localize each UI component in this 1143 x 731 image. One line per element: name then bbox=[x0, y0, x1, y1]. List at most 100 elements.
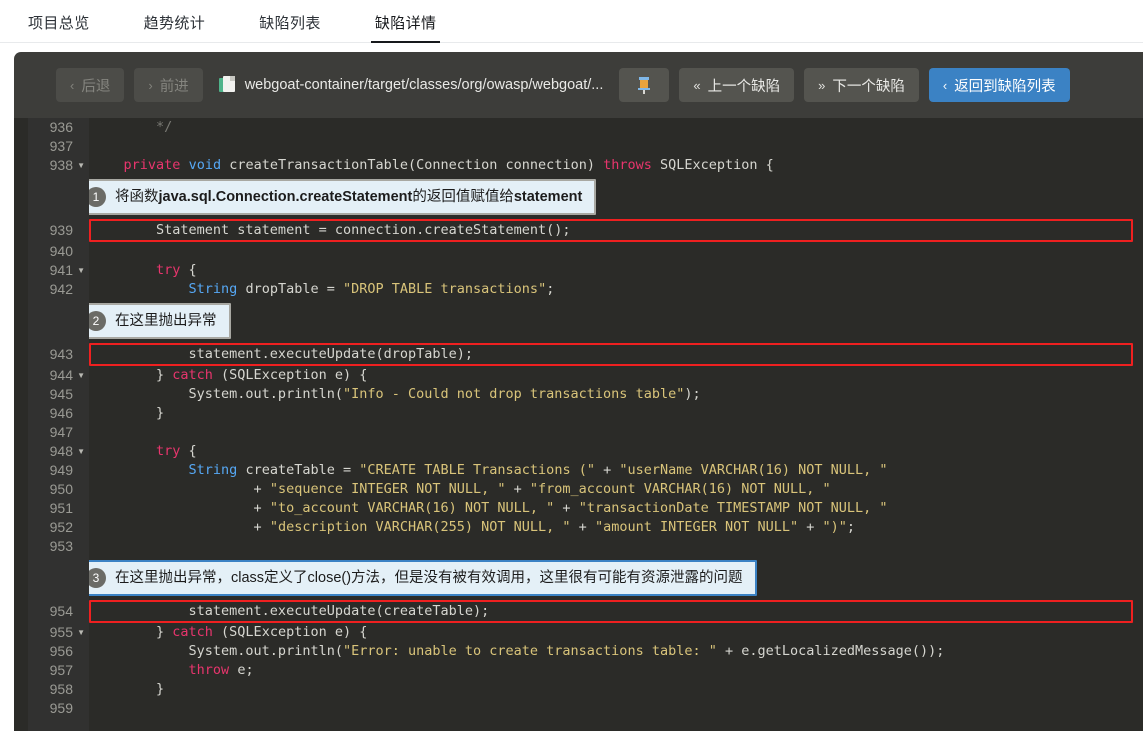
annotation-3[interactable]: 3 在这里抛出异常，class定义了close()方法，但是没有被有效调用，这里很… bbox=[75, 560, 757, 596]
code-line: 938 ▼ private void createTransactionTable… bbox=[14, 156, 1143, 175]
code-line: 947 bbox=[14, 423, 1143, 442]
code-line-highlighted: 954 statement.executeUpdate(createTable)… bbox=[14, 600, 1143, 623]
next-defect-label: 下一个缺陷 bbox=[832, 78, 905, 95]
annotation-text: 将函数java.sql.Connection.createStatement的返… bbox=[115, 188, 583, 205]
line-number: 939 bbox=[49, 222, 73, 238]
code-line: 945 System.out.println("Info - Could not… bbox=[14, 385, 1143, 404]
tab-3[interactable]: 缺陷详情 bbox=[359, 12, 453, 43]
main-tab-bar: 项目总览 趋势统计 缺陷列表 缺陷详情 bbox=[0, 0, 1143, 43]
code-line: 956 System.out.println("Error: unable to… bbox=[14, 642, 1143, 661]
annotation-2[interactable]: 2 在这里抛出异常 bbox=[75, 303, 231, 339]
code-line: 959 bbox=[14, 699, 1143, 718]
back-button[interactable]: ‹ 后退 bbox=[56, 68, 125, 102]
code-line-text: System.out.println("Info - Could not dro… bbox=[91, 386, 701, 402]
line-number: 937 bbox=[49, 138, 73, 154]
forward-button[interactable]: › 前进 bbox=[134, 68, 203, 102]
annotation-row: 1 将函数java.sql.Connection.createStatement的… bbox=[14, 175, 1143, 219]
code-rows-container: 936 */937 938 ▼ private void createTransac… bbox=[14, 118, 1143, 718]
pin-button[interactable] bbox=[619, 68, 670, 102]
code-line-text: + "description VARCHAR(255) NOT NULL, " … bbox=[91, 519, 856, 535]
fold-toggle-icon[interactable]: ▼ bbox=[77, 623, 85, 642]
code-line-text: } catch (SQLException e) { bbox=[91, 367, 368, 383]
annotation-badge: 3 bbox=[86, 568, 106, 588]
tab-1[interactable]: 趋势统计 bbox=[128, 12, 222, 42]
line-number: 959 bbox=[49, 700, 73, 716]
line-number: 938 ▼ bbox=[49, 156, 85, 175]
code-line-text: } bbox=[91, 681, 165, 697]
code-line-text: } catch (SQLException e) { bbox=[91, 624, 368, 640]
double-chevron-left-icon: « bbox=[693, 77, 701, 93]
fold-toggle-icon[interactable]: ▼ bbox=[77, 442, 85, 461]
tab-0[interactable]: 项目总览 bbox=[12, 12, 106, 42]
code-line-highlighted: 943 statement.executeUpdate(dropTable); bbox=[14, 343, 1143, 366]
code-line-text: String dropTable = "DROP TABLE transacti… bbox=[188, 281, 555, 297]
annotation-row: 3 在这里抛出异常，class定义了close()方法，但是没有被有效调用，这里很… bbox=[14, 556, 1143, 600]
line-number: 954 bbox=[49, 603, 73, 619]
line-number: 941 ▼ bbox=[49, 261, 85, 280]
line-number: 949 bbox=[49, 462, 73, 478]
annotation-text: 在这里抛出异常，class定义了close()方法，但是没有被有效调用，这里很有… bbox=[115, 569, 743, 586]
line-number: 956 bbox=[49, 643, 73, 659]
code-line: 958 } bbox=[14, 680, 1143, 699]
code-line: 957 throw e; bbox=[14, 661, 1143, 680]
code-line: 955 ▼ } catch (SQLException e) { bbox=[14, 623, 1143, 642]
line-number: 957 bbox=[49, 662, 73, 678]
back-button-label: 后退 bbox=[81, 78, 111, 95]
back-to-defect-list-label: 返回到缺陷列表 bbox=[954, 78, 1056, 95]
code-line-text: try { bbox=[156, 443, 197, 459]
code-line-text: Statement statement = connection.createS… bbox=[89, 219, 1133, 242]
code-line-text bbox=[89, 423, 1143, 442]
code-line-text: String createTable = "CREATE TABLE Trans… bbox=[188, 462, 888, 478]
line-number: 958 bbox=[49, 681, 73, 697]
line-number: 945 bbox=[49, 386, 73, 402]
chevron-left-icon: ‹ bbox=[942, 77, 948, 93]
code-line-text bbox=[89, 242, 1143, 261]
annotation-badge: 1 bbox=[86, 187, 106, 207]
chevron-left-icon: ‹ bbox=[70, 77, 75, 93]
previous-defect-button[interactable]: « 上一个缺陷 bbox=[679, 68, 795, 102]
line-number: 940 bbox=[49, 243, 73, 259]
file-path-label: webgoat-container/target/classes/org/owa… bbox=[244, 77, 604, 93]
code-line-text: statement.executeUpdate(dropTable); bbox=[89, 343, 1133, 366]
line-number: 946 bbox=[49, 405, 73, 421]
code-line: 942 String dropTable = "DROP TABLE trans… bbox=[14, 280, 1143, 299]
code-line: 952 + "description VARCHAR(255) NOT NULL… bbox=[14, 518, 1143, 537]
previous-defect-label: 上一个缺陷 bbox=[707, 78, 781, 95]
source-code-viewer[interactable]: 936 */937 938 ▼ private void createTransac… bbox=[14, 118, 1143, 731]
fold-toggle-icon[interactable]: ▼ bbox=[77, 156, 85, 175]
code-line: 941 ▼ try { bbox=[14, 261, 1143, 280]
code-line-text: statement.executeUpdate(createTable); bbox=[89, 600, 1133, 623]
code-line: 936 */ bbox=[14, 118, 1143, 137]
code-line: 944 ▼ } catch (SQLException e) { bbox=[14, 366, 1143, 385]
code-line: 949 String createTable = "CREATE TABLE T… bbox=[14, 461, 1143, 480]
code-line: 953 bbox=[14, 537, 1143, 556]
double-chevron-right-icon: » bbox=[818, 77, 826, 93]
line-number: 948 ▼ bbox=[49, 442, 85, 461]
code-line: 937 bbox=[14, 137, 1143, 156]
code-line-text bbox=[89, 537, 1143, 556]
code-line: 946 } bbox=[14, 404, 1143, 423]
line-number: 955 ▼ bbox=[49, 623, 85, 642]
tab-2[interactable]: 缺陷列表 bbox=[243, 12, 337, 42]
code-line-text: private void createTransactionTable(Conn… bbox=[123, 157, 774, 173]
code-line-text: */ bbox=[156, 119, 173, 135]
next-defect-button[interactable]: » 下一个缺陷 bbox=[804, 68, 919, 102]
line-number: 953 bbox=[49, 538, 73, 554]
fold-toggle-icon[interactable]: ▼ bbox=[77, 366, 85, 385]
code-line: 951 + "to_account VARCHAR(16) NOT NULL, … bbox=[14, 499, 1143, 518]
file-path-button[interactable]: webgoat-container/target/classes/org/owa… bbox=[213, 68, 610, 102]
fold-toggle-icon[interactable]: ▼ bbox=[77, 261, 85, 280]
line-number: 947 bbox=[49, 424, 73, 440]
pin-icon bbox=[637, 76, 651, 94]
code-line-text: throw e; bbox=[188, 662, 254, 678]
code-line-highlighted: 939 Statement statement = connection.cre… bbox=[14, 219, 1143, 242]
annotation-1[interactable]: 1 将函数java.sql.Connection.createStatement的… bbox=[75, 179, 597, 215]
back-to-defect-list-button[interactable]: ‹ 返回到缺陷列表 bbox=[928, 68, 1070, 102]
line-number: 936 bbox=[49, 119, 73, 135]
code-line-text bbox=[89, 699, 1143, 718]
code-viewer-toolbar: ‹ 后退 › 前进 webgoat-container/target/class… bbox=[14, 52, 1143, 118]
code-line-text: System.out.println("Error: unable to cre… bbox=[91, 643, 945, 659]
line-number: 944 ▼ bbox=[49, 366, 85, 385]
defect-detail-panel: ‹ 后退 › 前进 webgoat-container/target/class… bbox=[14, 52, 1143, 731]
line-number: 943 bbox=[49, 346, 73, 362]
